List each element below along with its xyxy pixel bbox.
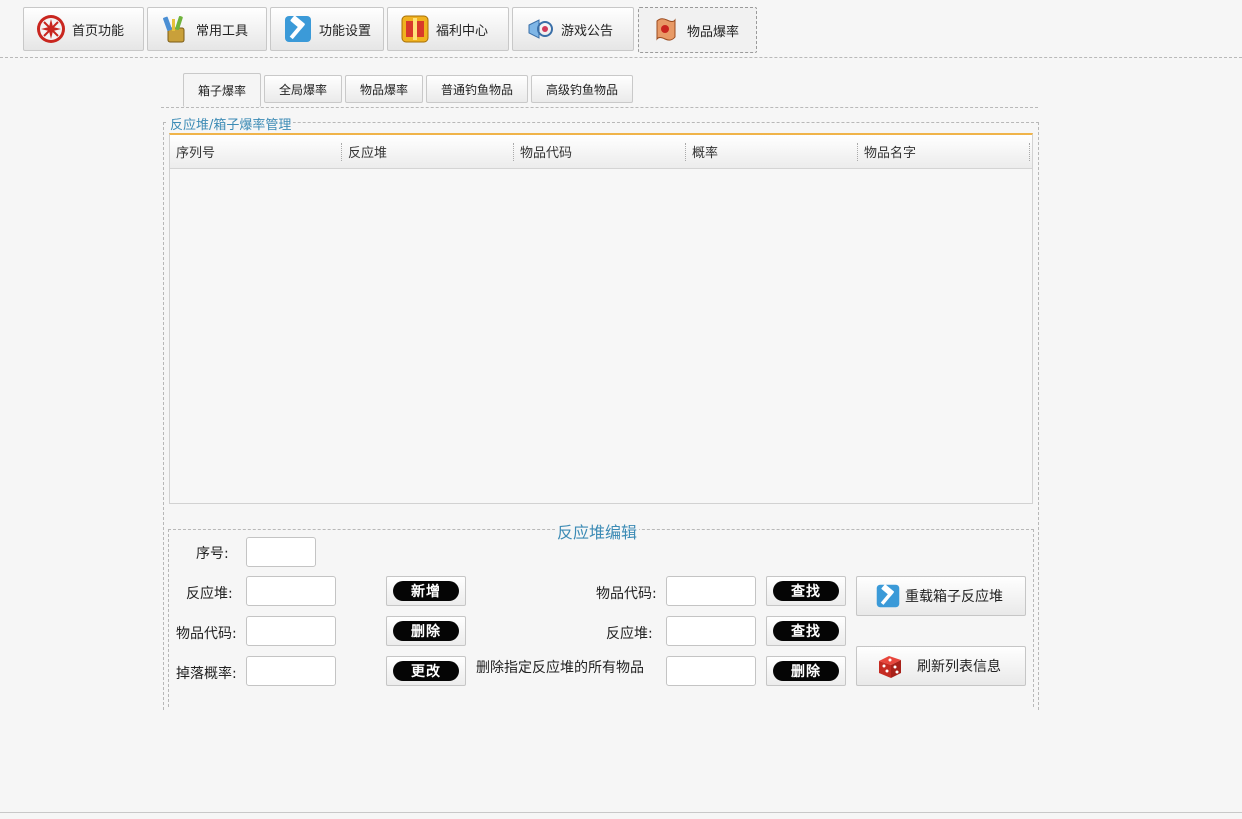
subtab-advanced-fishing-label: 高级钓鱼物品 bbox=[545, 82, 618, 97]
column-serial-label: 序列号 bbox=[176, 146, 216, 161]
tab-home-label: 首页功能 bbox=[72, 23, 125, 39]
delete-all-label: 删除指定反应堆的所有物品 bbox=[476, 660, 644, 676]
tab-welfare[interactable]: 福利中心 bbox=[387, 7, 509, 51]
item-code-input[interactable] bbox=[246, 616, 336, 646]
delete-button-label: 删除 bbox=[393, 621, 459, 641]
tab-home[interactable]: 首页功能 bbox=[23, 7, 144, 51]
update-button[interactable]: 更改 bbox=[386, 656, 466, 686]
delete-all-button-label: 删除 bbox=[773, 661, 839, 681]
drop-rate-input[interactable] bbox=[246, 656, 336, 686]
subtab-normal-fishing[interactable]: 普通钓鱼物品 bbox=[426, 75, 528, 103]
update-button-label: 更改 bbox=[393, 661, 459, 681]
tab-item-droprate-label: 物品爆率 bbox=[687, 24, 740, 40]
scroll-icon bbox=[656, 18, 676, 41]
column-item-code-label: 物品代码 bbox=[520, 146, 573, 161]
hammer-icon bbox=[285, 15, 311, 42]
column-rate-label: 概率 bbox=[692, 146, 719, 161]
group-title: 反应堆/箱子爆率管理 bbox=[168, 114, 294, 133]
find-item-button[interactable]: 查找 bbox=[766, 576, 846, 606]
search-item-code-label: 物品代码: bbox=[596, 586, 657, 602]
column-rate[interactable]: 概率 bbox=[686, 135, 858, 168]
subtab-advanced-fishing[interactable]: 高级钓鱼物品 bbox=[531, 75, 633, 103]
subtab-item-droprate-label: 物品爆率 bbox=[359, 82, 408, 97]
tab-tools[interactable]: 常用工具 bbox=[147, 7, 267, 51]
subtab-box-droprate[interactable]: 箱子爆率 bbox=[183, 73, 261, 107]
refresh-list-button[interactable]: 刷新列表信息 bbox=[856, 646, 1026, 686]
window-bottom-border bbox=[0, 812, 1242, 813]
gift-icon bbox=[401, 15, 429, 43]
subtab-global-droprate-label: 全局爆率 bbox=[278, 82, 327, 97]
reload-reactor-button-label: 重载箱子反应堆 bbox=[905, 589, 1003, 605]
delete-all-button[interactable]: 删除 bbox=[766, 656, 846, 686]
find-item-button-label: 查找 bbox=[773, 581, 839, 601]
delete-all-reactor-input[interactable] bbox=[666, 656, 756, 686]
column-item-code[interactable]: 物品代码 bbox=[514, 135, 686, 168]
item-code-label: 物品代码: bbox=[176, 626, 237, 642]
column-item-name-label: 物品名字 bbox=[864, 146, 917, 161]
search-reactor-input[interactable] bbox=[666, 616, 756, 646]
column-reactor[interactable]: 反应堆 bbox=[342, 135, 514, 168]
delete-button[interactable]: 删除 bbox=[386, 616, 466, 646]
subtab-global-droprate[interactable]: 全局爆率 bbox=[264, 75, 342, 103]
add-button[interactable]: 新增 bbox=[386, 576, 466, 606]
search-reactor-label: 反应堆: bbox=[606, 626, 653, 642]
find-reactor-button-label: 查找 bbox=[773, 621, 839, 641]
add-button-label: 新增 bbox=[393, 581, 459, 601]
column-item-name[interactable]: 物品名字 bbox=[858, 135, 1030, 168]
reactor-data-grid[interactable]: 序列号 反应堆 物品代码 概率 物品名字 bbox=[169, 133, 1033, 504]
tab-welfare-label: 福利中心 bbox=[436, 23, 489, 39]
tab-settings-label: 功能设置 bbox=[319, 23, 372, 39]
reactor-label: 反应堆: bbox=[186, 586, 233, 602]
search-item-code-input[interactable] bbox=[666, 576, 756, 606]
refresh-list-button-label: 刷新列表信息 bbox=[917, 659, 1001, 675]
dice-icon bbox=[879, 656, 901, 678]
grid-header: 序列号 反应堆 物品代码 概率 物品名字 bbox=[170, 135, 1032, 169]
hammer-icon bbox=[876, 584, 900, 608]
toolbox-icon bbox=[163, 15, 185, 43]
tab-announcement[interactable]: 游戏公告 bbox=[512, 7, 634, 51]
home-emblem-icon bbox=[37, 15, 65, 43]
serial-input[interactable] bbox=[246, 537, 316, 567]
subtab-normal-fishing-label: 普通钓鱼物品 bbox=[440, 82, 513, 97]
subtab-baseline bbox=[161, 107, 1038, 108]
find-reactor-button[interactable]: 查找 bbox=[766, 616, 846, 646]
serial-label: 序号: bbox=[196, 546, 229, 562]
top-tab-bar: 首页功能 常用工具 功能设置 福利中心 游戏公告 物品爆率 bbox=[0, 0, 1242, 58]
subtab-box-droprate-label: 箱子爆率 bbox=[197, 84, 246, 98]
edit-panel-title: 反应堆编辑 bbox=[555, 519, 640, 543]
column-serial[interactable]: 序列号 bbox=[170, 135, 342, 168]
column-reactor-label: 反应堆 bbox=[348, 146, 388, 161]
reactor-input[interactable] bbox=[246, 576, 336, 606]
tab-settings[interactable]: 功能设置 bbox=[270, 7, 384, 51]
tab-item-droprate[interactable]: 物品爆率 bbox=[638, 7, 757, 53]
reload-reactor-button[interactable]: 重载箱子反应堆 bbox=[856, 576, 1026, 616]
megaphone-icon bbox=[528, 19, 553, 39]
drop-rate-label: 掉落概率: bbox=[176, 666, 237, 682]
tab-announcement-label: 游戏公告 bbox=[561, 23, 614, 39]
subtab-item-droprate[interactable]: 物品爆率 bbox=[345, 75, 423, 103]
tab-tools-label: 常用工具 bbox=[196, 23, 249, 39]
